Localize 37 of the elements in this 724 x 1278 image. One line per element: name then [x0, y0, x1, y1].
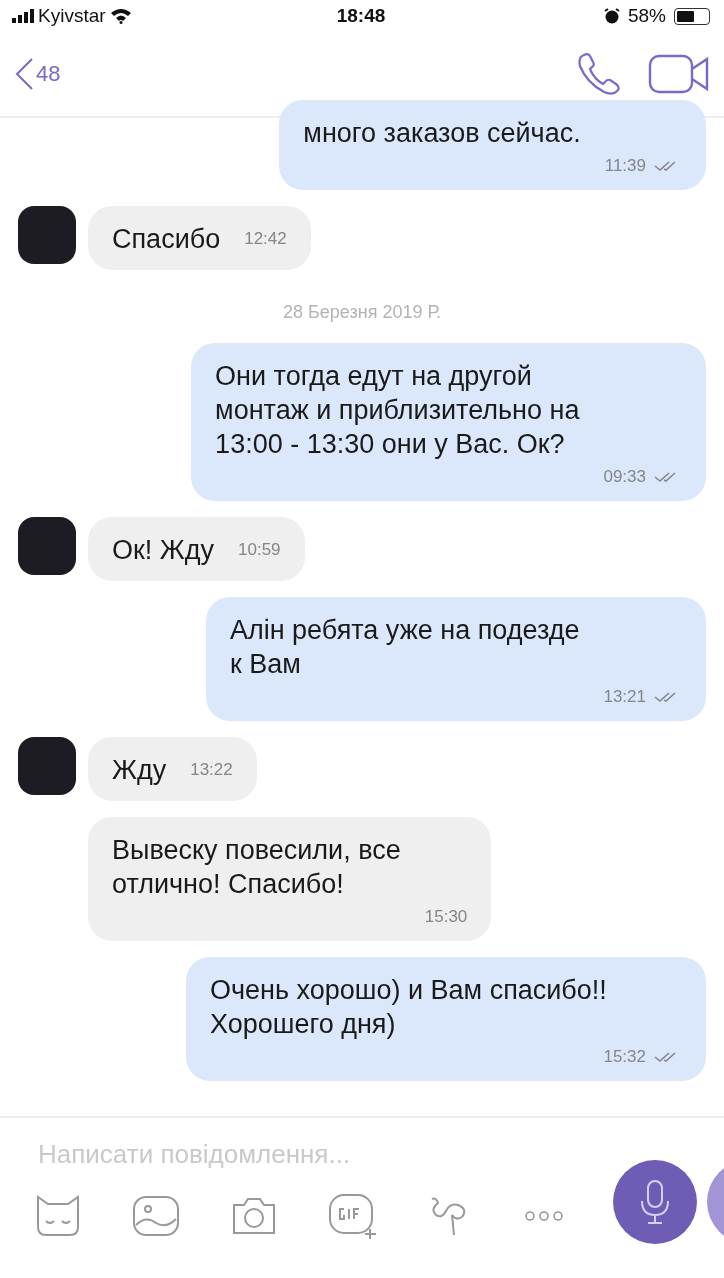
battery-icon	[674, 7, 710, 25]
microphone-icon	[640, 1179, 670, 1225]
message-time: 13:22	[190, 760, 233, 780]
avatar[interactable]	[18, 737, 76, 795]
date-separator: 28 Березня 2019 Р.	[282, 301, 442, 324]
camera-icon[interactable]	[230, 1195, 278, 1237]
wifi-icon	[109, 8, 132, 24]
phone-call-button[interactable]	[576, 52, 622, 96]
message-time: 15:32	[603, 1047, 646, 1067]
gif-icon[interactable]	[328, 1193, 378, 1239]
message-time: 11:39	[604, 156, 646, 176]
message-text: Вывеску повесили, все отлично! Спасибо!	[112, 834, 401, 901]
message-text: Алін ребята уже на подезде к Вам	[229, 614, 580, 681]
avatar[interactable]	[18, 517, 76, 575]
signal-icon	[12, 9, 34, 23]
chevron-left-icon	[14, 57, 34, 91]
message-text: Они тогда едут на другой монтаж и приблизительно на 13:00 - 13:30 они у Вас. Ок?	[215, 360, 580, 461]
clock: 18:48	[336, 5, 386, 26]
more-icon[interactable]	[524, 1210, 564, 1222]
gallery-icon[interactable]	[132, 1195, 180, 1237]
back-button[interactable]: 48	[14, 57, 550, 91]
message-text: Очень хорошо) и Вам спасибо!! Хорошего дня)	[210, 974, 607, 1041]
sticker-cat-icon[interactable]	[34, 1195, 82, 1237]
video-call-button[interactable]	[648, 54, 710, 94]
avatar[interactable]	[18, 206, 76, 264]
message-time: 09:33	[603, 467, 646, 487]
message-time: 12:42	[244, 229, 287, 249]
battery-percent: 58%	[628, 5, 666, 27]
message-time: 15:30	[424, 907, 468, 927]
message-text: Спасибо	[112, 223, 221, 256]
message-text: Ок! Жду	[112, 534, 214, 567]
message-time: 13:21	[603, 687, 646, 707]
carrier-name: Kyivstar	[38, 5, 106, 27]
message-time: 10:59	[238, 540, 281, 560]
message-text: много заказов сейчас.	[303, 117, 581, 150]
message-text: Жду	[112, 754, 167, 787]
alarm-icon	[604, 8, 620, 24]
